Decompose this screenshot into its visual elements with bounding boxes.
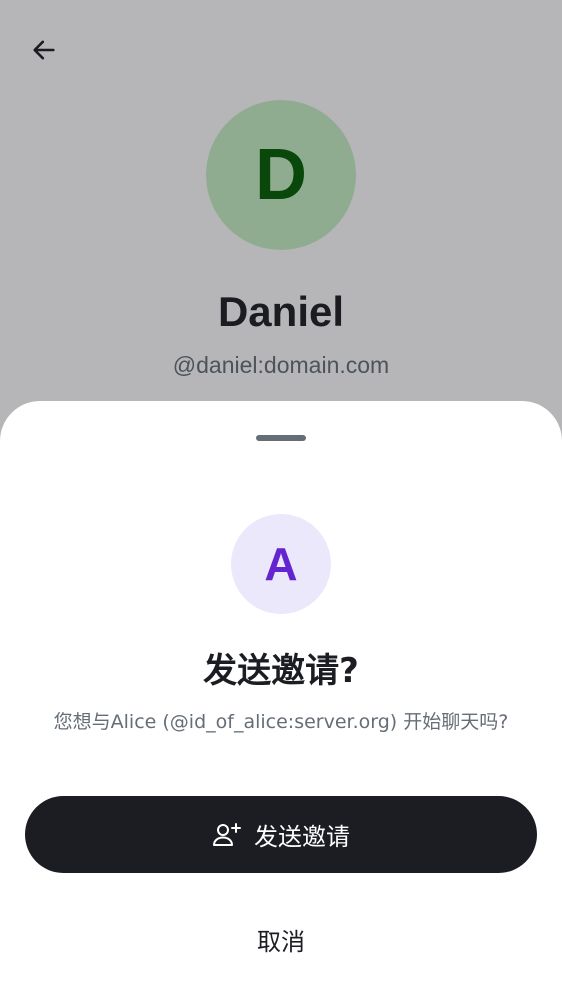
invitee-avatar: A — [231, 514, 331, 614]
user-add-icon — [212, 822, 242, 848]
cancel-button[interactable]: 取消 — [160, 906, 402, 972]
drag-handle[interactable] — [256, 435, 306, 441]
sheet-title: 发送邀请? — [203, 651, 359, 691]
send-invite-label: 发送邀请 — [254, 823, 350, 851]
invite-bottom-sheet: A 发送邀请? 您想与Alice (@id_of_alice:server.or… — [0, 401, 562, 1000]
send-invite-button[interactable]: 发送邀请 — [25, 796, 537, 873]
sheet-message: 您想与Alice (@id_of_alice:server.org) 开始聊天吗… — [53, 711, 509, 733]
